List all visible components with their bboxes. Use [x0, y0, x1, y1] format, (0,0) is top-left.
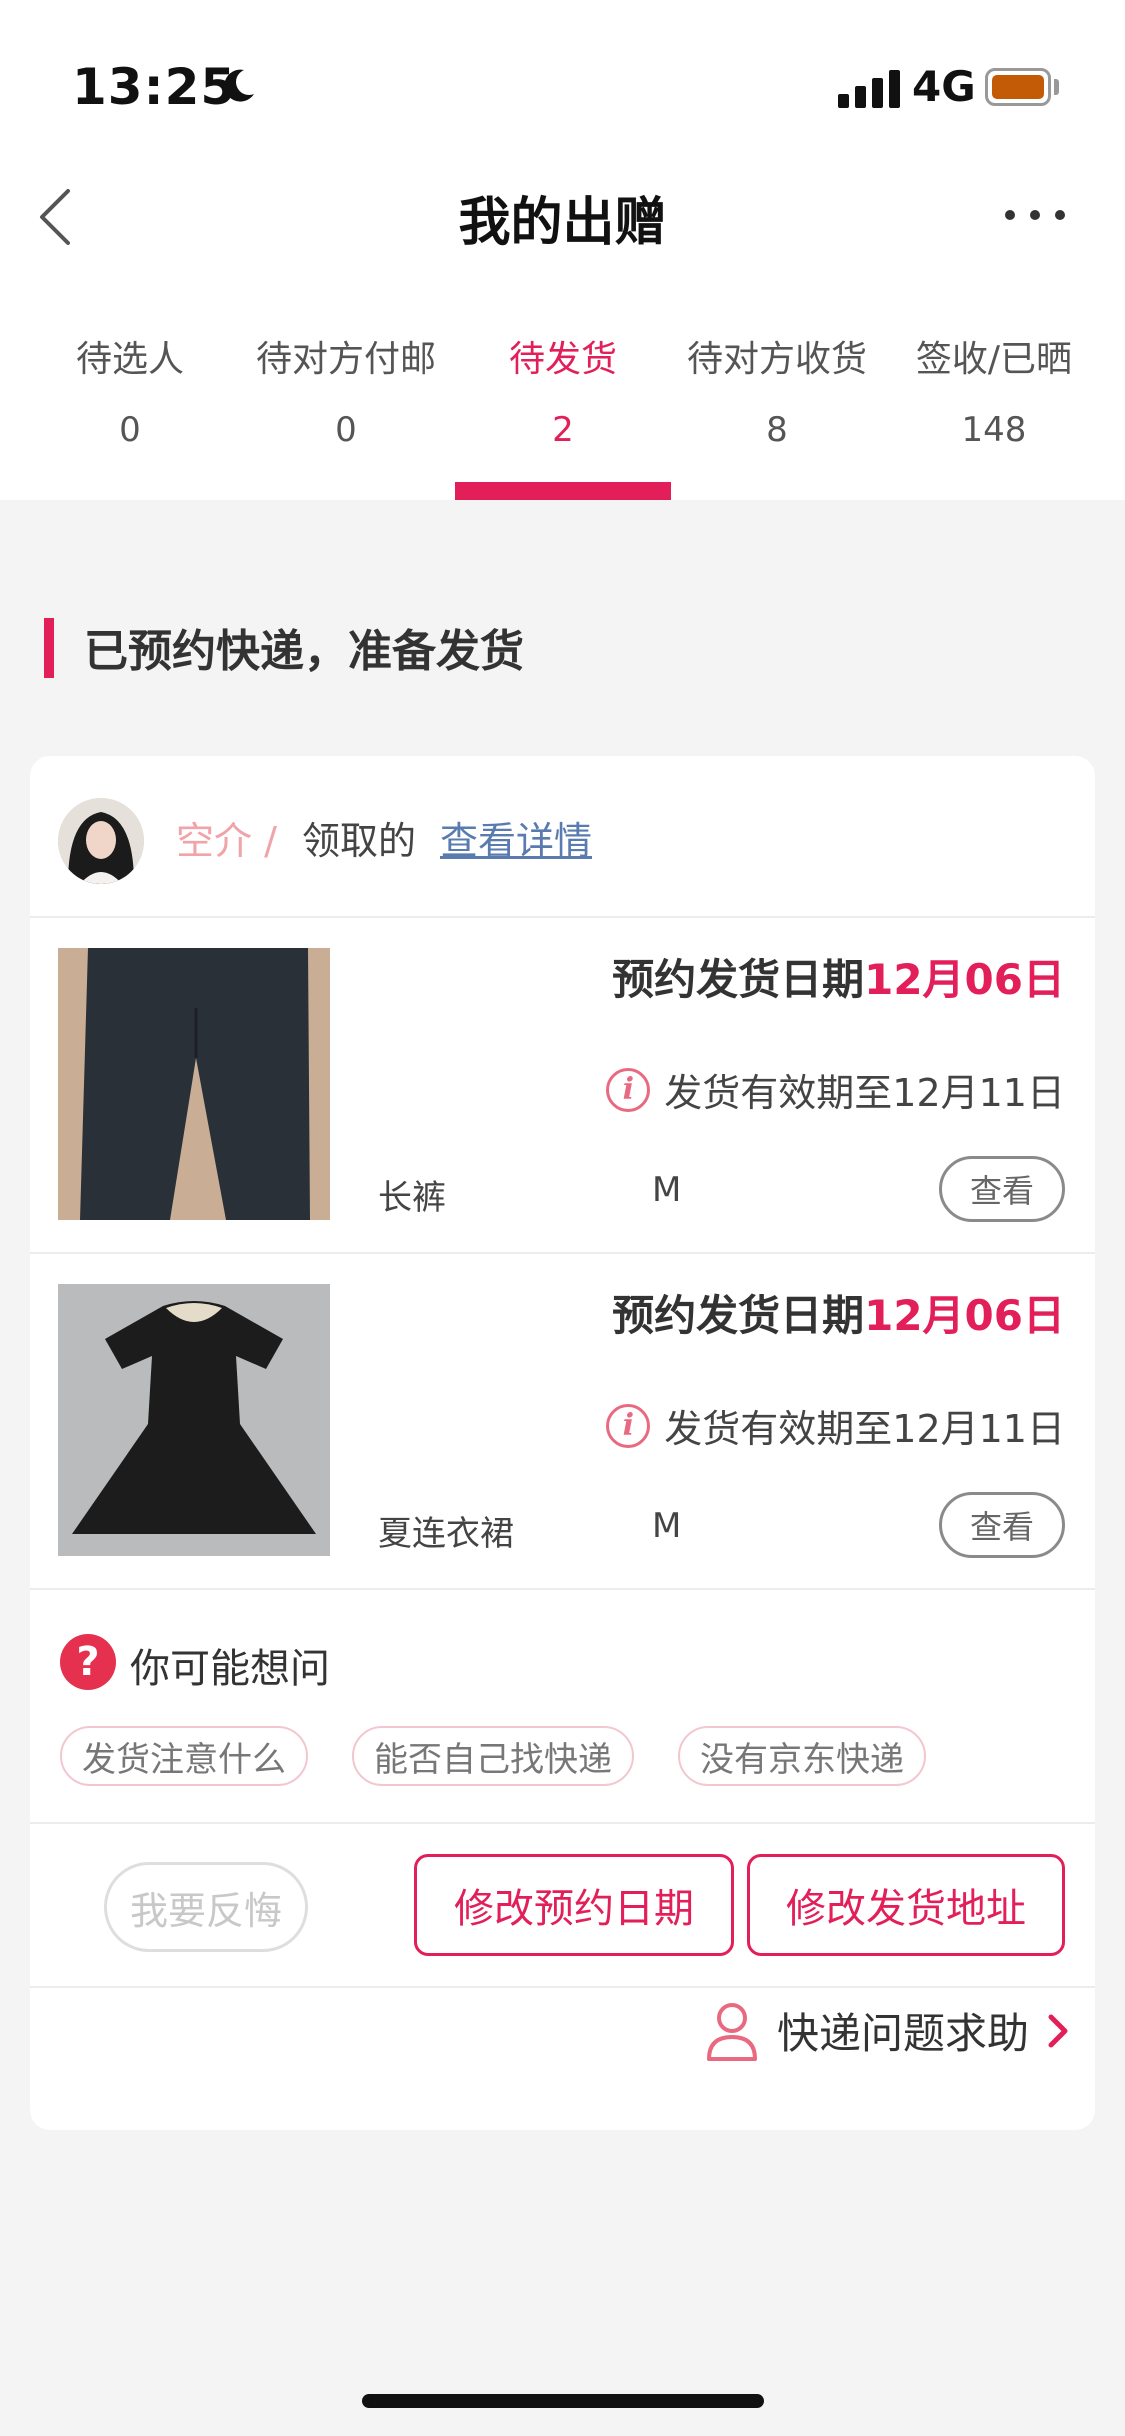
cellular-signal-icon: [838, 68, 900, 108]
tab-label: 待对方付邮: [255, 339, 436, 380]
view-details-link[interactable]: 查看详情: [440, 810, 592, 865]
list-item: 预约发货日期12月06日 i 发货有效期至12月11日 夏连衣裙 M 查看: [30, 1254, 1095, 1588]
item-size: M: [652, 1506, 682, 1546]
item-image-dress[interactable]: [58, 1284, 330, 1556]
more-dot: [1055, 210, 1065, 220]
avatar[interactable]: [58, 798, 144, 884]
section-accent-bar: [44, 618, 54, 678]
home-indicator: [362, 2394, 764, 2408]
change-address-button[interactable]: 修改发货地址: [747, 1854, 1065, 1956]
faq-title: 你可能想问: [130, 1646, 330, 1692]
tab-label: 待对方收货: [686, 339, 867, 380]
tab-label: 待选人: [75, 339, 184, 380]
tab-count: 148: [961, 410, 1027, 450]
item-image-trousers[interactable]: [58, 948, 330, 1220]
regret-button[interactable]: 我要反悔: [104, 1862, 308, 1952]
item-name: 夏连衣裙: [378, 1514, 514, 1554]
courier-help-label: 快递问题求助: [776, 2009, 1029, 2058]
tab-count: 2: [552, 410, 574, 450]
divider: [30, 1822, 1095, 1824]
ship-date-row: 预约发货日期12月06日: [612, 946, 1065, 1007]
divider: [30, 1588, 1095, 1590]
more-dot: [1005, 210, 1015, 220]
valid-until-row: i 发货有效期至12月11日: [606, 1398, 1065, 1453]
valid-until-text: 发货有效期至12月11日: [664, 1407, 1065, 1451]
tab-pending-receipt[interactable]: 待对方收货 8: [669, 330, 885, 450]
battery-icon: [985, 68, 1051, 106]
ship-date-row: 预约发货日期12月06日: [612, 1282, 1065, 1343]
ship-date-value: 12月06日: [864, 1291, 1065, 1340]
item-size: M: [652, 1170, 682, 1210]
info-icon: i: [606, 1403, 651, 1448]
person-icon: [706, 2002, 757, 2061]
tab-received-shared[interactable]: 签收/已晒 148: [886, 330, 1102, 450]
item-name: 长裤: [378, 1178, 446, 1218]
view-item-button[interactable]: 查看: [939, 1156, 1065, 1222]
info-icon: i: [606, 1067, 651, 1112]
section-title: 已预约快递，准备发货: [84, 626, 524, 677]
courier-help-link[interactable]: 快递问题求助: [705, 2000, 1069, 2061]
tab-count: 8: [766, 410, 788, 450]
tab-count: 0: [119, 410, 141, 450]
tab-label: 签收/已晒: [915, 339, 1073, 380]
tab-label: 待发货: [508, 339, 617, 380]
ship-date-value: 12月06日: [864, 955, 1065, 1004]
divider: [30, 1986, 1095, 1988]
received-label: 领取的: [302, 819, 417, 863]
tab-pending-postage[interactable]: 待对方付邮 0: [238, 330, 454, 450]
trousers-image: [58, 948, 330, 1220]
ship-date-label: 预约发货日期: [612, 955, 865, 1004]
tab-pending-select[interactable]: 待选人 0: [22, 330, 238, 450]
tab-count: 0: [335, 410, 357, 450]
more-dot: [1030, 210, 1040, 220]
giver-user-name[interactable]: 空介 /: [176, 810, 277, 865]
network-type: 4G: [912, 62, 976, 111]
status-time: 13:25: [72, 58, 237, 116]
faq-chip-own-courier[interactable]: 能否自己找快递: [352, 1726, 634, 1786]
faq-chip-no-jd-express[interactable]: 没有京东快递: [678, 1726, 926, 1786]
order-card: 空介 / 领取的 查看详情 预约发货日期12月06日 i 发货有效期至12月11…: [30, 756, 1095, 2130]
moon-icon: [224, 69, 254, 102]
battery-tip: [1054, 79, 1059, 95]
ship-date-label: 预约发货日期: [612, 1291, 865, 1340]
list-item: 预约发货日期12月06日 i 发货有效期至12月11日 长裤 M 查看: [30, 918, 1095, 1252]
change-date-button[interactable]: 修改预约日期: [414, 1854, 734, 1956]
page-title: 我的出赠: [458, 193, 667, 253]
question-icon: ?: [60, 1634, 116, 1690]
dress-image: [58, 1284, 330, 1556]
active-tab-indicator: [455, 482, 671, 500]
more-options-button[interactable]: [1005, 200, 1065, 230]
chevron-right-icon: [1048, 2014, 1068, 2047]
valid-until-row: i 发货有效期至12月11日: [606, 1062, 1065, 1117]
valid-until-text: 发货有效期至12月11日: [664, 1071, 1065, 1115]
faq-chip-shipping-notes[interactable]: 发货注意什么: [60, 1726, 308, 1786]
avatar-image: [58, 798, 144, 884]
view-item-button[interactable]: 查看: [939, 1492, 1065, 1558]
tab-pending-shipment[interactable]: 待发货 2: [455, 330, 671, 450]
